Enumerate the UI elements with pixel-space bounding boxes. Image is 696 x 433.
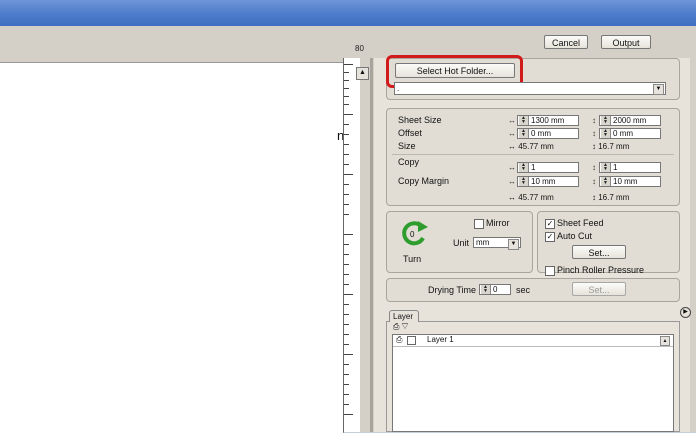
output-button[interactable]: Output	[601, 35, 651, 49]
offset-y-field[interactable]: ▲ ▼ 0 mm	[599, 128, 661, 139]
panel-menu-icon[interactable]: ▶	[680, 307, 691, 318]
scroll-up-icon[interactable]: ▲	[660, 336, 670, 346]
spinner-icon[interactable]: ▲ ▼	[601, 163, 611, 172]
drying-set-button[interactable]: Set...	[572, 282, 626, 296]
width-arrow-icon: ↔	[508, 116, 516, 125]
offset-label: Offset	[398, 128, 422, 138]
printer-filter-icon[interactable]: ⎙ ▽	[393, 322, 408, 332]
vertical-ruler	[343, 58, 360, 432]
layer-list: ⎙ Layer 1 ▲	[392, 334, 674, 432]
size-width-value: ↔ 45.77 mm	[508, 142, 554, 151]
ruler-collapse-button[interactable]: ▲	[356, 67, 369, 80]
mirror-label: Mirror	[486, 218, 510, 228]
height-arrow-icon: ↕	[592, 177, 596, 186]
height-arrow-icon: ↕	[592, 116, 596, 125]
offset-x-field[interactable]: ▲ ▼ 0 mm	[517, 128, 579, 139]
lock-checkbox[interactable]	[407, 336, 416, 345]
artboard-canvas[interactable]	[0, 62, 344, 433]
height-arrow-icon: ↕	[592, 129, 596, 138]
margin-y-field[interactable]: ▲ ▼ 10 mm	[599, 176, 661, 187]
sheet-height-field[interactable]: ▲ ▼ 2000 mm	[599, 115, 661, 126]
divider	[392, 154, 674, 155]
drying-time-label: Drying Time	[428, 285, 477, 295]
drying-time-field[interactable]: ▲ ▼ 0	[479, 284, 511, 295]
spinner-icon[interactable]: ▲ ▼	[519, 116, 529, 125]
total-width-value: ↔ 45.77 mm	[508, 193, 554, 202]
pinch-roller-checkbox[interactable]	[545, 266, 555, 276]
spinner-icon[interactable]: ▲ ▼	[481, 285, 491, 294]
sheet-width-field[interactable]: ▲ ▼ 1300 mm	[517, 115, 579, 126]
hot-folder-value: .	[397, 84, 400, 93]
layer-name: Layer 1	[427, 335, 454, 344]
pinch-roller-label: Pinch Roller Pressure	[557, 265, 645, 275]
toolbar-strip	[0, 26, 365, 58]
panel-splitter[interactable]	[370, 58, 373, 432]
list-item[interactable]: ⎙ Layer 1 ▲	[393, 335, 673, 347]
margin-x-field[interactable]: ▲ ▼ 10 mm	[517, 176, 579, 187]
size-label: Size	[398, 141, 416, 151]
tab-layer[interactable]: Layer	[389, 310, 419, 322]
drying-unit-label: sec	[516, 285, 531, 295]
spinner-icon[interactable]: ▲ ▼	[519, 163, 529, 172]
ruler-label: 80	[355, 44, 364, 53]
cancel-button[interactable]: Cancel	[544, 35, 588, 49]
rotate-icon[interactable]: 0	[399, 219, 429, 247]
height-arrow-icon: ↕	[592, 163, 596, 172]
width-arrow-icon: ↔	[508, 129, 516, 138]
auto-cut-label: Auto Cut	[557, 231, 593, 241]
unit-select[interactable]: mm ▼	[473, 237, 521, 250]
auto-cut-set-button[interactable]: Set...	[572, 245, 626, 259]
sheet-feed-checkbox[interactable]: ✓	[545, 219, 555, 229]
chevron-down-icon[interactable]: ▼	[508, 239, 519, 250]
copy-x-field[interactable]: ▲ ▼ 1	[517, 162, 579, 173]
copy-y-field[interactable]: ▲ ▼ 1	[599, 162, 661, 173]
unit-value: mm	[476, 238, 490, 247]
spinner-icon[interactable]: ▲ ▼	[601, 116, 611, 125]
spinner-icon[interactable]: ▲ ▼	[519, 129, 529, 138]
sheet-size-label: Sheet Size	[398, 115, 442, 125]
auto-cut-checkbox[interactable]: ✓	[545, 232, 555, 242]
mirror-checkbox[interactable]	[474, 219, 484, 229]
printer-icon[interactable]: ⎙	[396, 335, 402, 345]
title-bar	[0, 0, 696, 26]
copy-margin-label: Copy Margin	[398, 176, 450, 186]
hot-folder-select[interactable]: . ▼	[394, 82, 666, 95]
spinner-icon[interactable]: ▲ ▼	[519, 177, 529, 186]
width-arrow-icon: ↔	[508, 163, 516, 172]
turn-value: 0	[410, 230, 415, 239]
spinner-icon[interactable]: ▲ ▼	[601, 129, 611, 138]
copy-label: Copy	[398, 157, 420, 167]
spinner-icon[interactable]: ▲ ▼	[601, 177, 611, 186]
width-arrow-icon: ↔	[508, 177, 516, 186]
chevron-down-icon[interactable]: ▼	[653, 84, 664, 95]
size-height-value: ↕ 16.7 mm	[592, 142, 630, 151]
sheet-feed-label: Sheet Feed	[557, 218, 604, 228]
total-height-value: ↕ 16.7 mm	[592, 193, 630, 202]
unit-label: Unit	[453, 238, 470, 248]
turn-label: Turn	[403, 254, 422, 264]
